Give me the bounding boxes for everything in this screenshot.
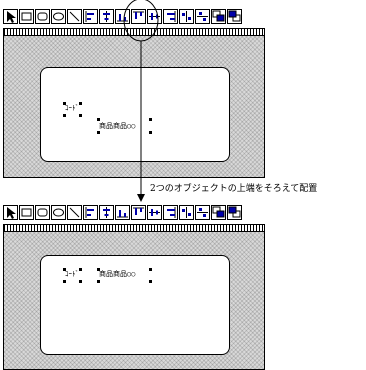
- caption: 2つのオブジェクトの上端をそろえて配置: [150, 184, 318, 194]
